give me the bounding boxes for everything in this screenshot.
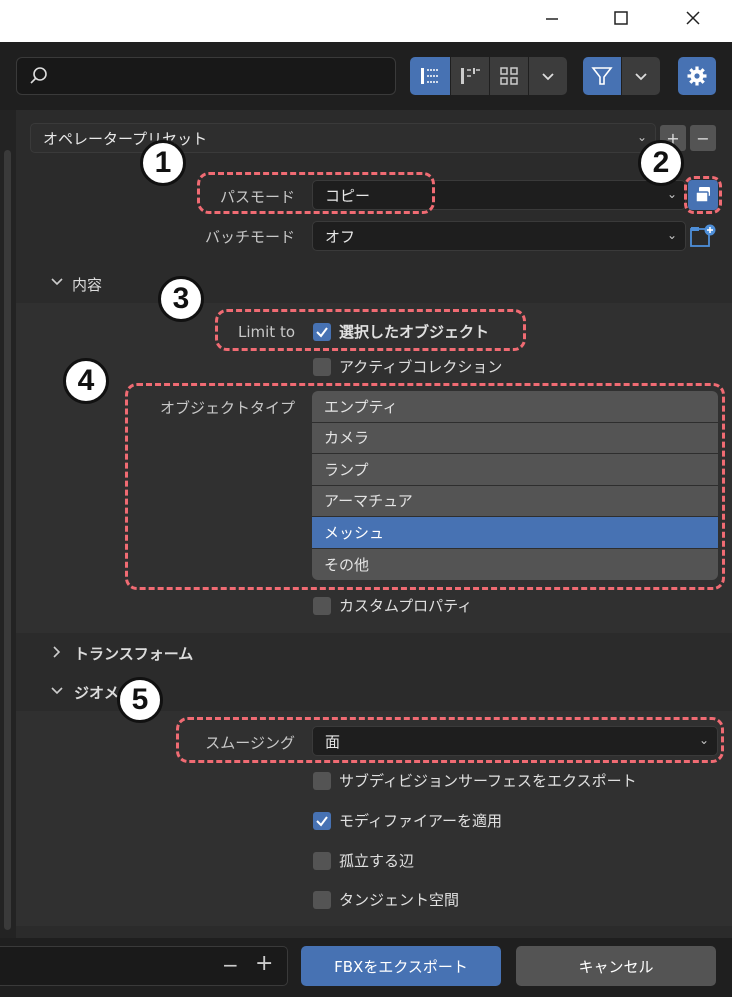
horizontal-list-view-button[interactable] [451,57,489,95]
section-transform-title: トランスフォーム [74,644,194,663]
search-icon [30,67,47,84]
apply-modifiers-checkbox[interactable]: モディファイアーを適用 [313,810,502,831]
search-input[interactable] [16,57,396,95]
active-collection-label: アクティブコレクション [339,358,503,376]
tangent-space-checkbox[interactable]: タンジェント空間 [313,889,459,910]
thumbnail-view-button[interactable] [490,57,528,95]
checkbox-empty-icon [313,890,331,909]
section-contents-header[interactable]: 内容 [16,266,732,302]
export-subdivision-checkbox[interactable]: サブディビジョンサーフェスをエクスポート [313,770,637,791]
annotation-number-4: 4 [63,358,109,404]
annotation-box-object-type [125,383,725,590]
tangent-space-label: タンジェント空間 [339,891,460,909]
horizontal-list-icon [461,68,480,84]
annotation-box-path-mode [197,172,435,214]
chevron-right-icon [50,645,64,663]
section-contents-title: 内容 [72,275,103,294]
increment-icon[interactable]: + [255,951,273,976]
new-folder-icon [690,224,716,247]
minus-icon: − [696,128,710,148]
checkbox-empty-icon [313,596,331,615]
maximize-icon[interactable] [596,0,646,36]
vertical-list-view-button[interactable] [410,57,450,95]
chevron-down-icon: ⌄ [636,130,647,144]
export-fbx-button[interactable]: FBXをエクスポート [301,946,501,986]
cancel-button[interactable]: キャンセル [516,946,716,986]
sidebar-scrollbar[interactable] [0,110,16,950]
chevron-down-icon [50,684,64,702]
annotation-box-smoothing [176,717,724,763]
settings-button[interactable] [678,57,716,95]
loose-edges-label: 孤立する辺 [339,852,415,870]
annotation-number-5: 5 [117,677,163,723]
filename-input[interactable] [0,946,288,986]
section-transform-header[interactable]: トランスフォーム [16,635,732,671]
annotation-number-3: 3 [158,276,204,322]
batch-mode-value: オフ [325,227,356,246]
gear-icon [687,66,707,86]
checkbox-empty-icon [313,357,331,376]
chevron-down-icon: ⌄ [666,187,677,201]
view-dropdown-button[interactable] [529,57,567,95]
custom-properties-checkbox[interactable]: カスタムプロパティ [313,595,472,616]
filter-icon [591,67,613,85]
custom-properties-label: カスタムプロパティ [339,597,473,615]
chevron-down-icon [635,73,647,81]
filter-dropdown-button[interactable] [622,57,660,95]
remove-preset-button[interactable]: − [690,125,716,151]
active-collection-checkbox[interactable]: アクティブコレクション [313,356,502,377]
chevron-down-icon: ⌄ [666,228,677,242]
chevron-down-icon [50,275,64,293]
checkmark-icon [313,811,331,830]
minimize-icon[interactable] [527,0,577,36]
operator-preset-dropdown[interactable]: オペレータープリセット ⌄ [30,123,656,153]
loose-edges-checkbox[interactable]: 孤立する辺 [313,850,414,871]
vertical-list-icon [421,68,439,84]
checkbox-empty-icon [313,771,331,790]
apply-modifiers-label: モディファイアーを適用 [339,812,503,830]
batch-mode-dropdown[interactable]: オフ ⌄ [312,221,686,251]
chevron-down-icon [542,73,554,81]
annotation-number-2: 2 [638,140,684,186]
checkbox-empty-icon [313,851,331,870]
annotation-box-embed [684,176,722,214]
grid-icon [500,67,518,85]
export-subdivision-label: サブディビジョンサーフェスをエクスポート [339,772,637,790]
batch-mode-label: バッチモード [204,228,295,246]
batch-own-dir-toggle[interactable] [688,221,718,251]
decrement-icon[interactable]: − [222,953,239,977]
annotation-number-1: 1 [140,140,186,186]
filter-toggle-button[interactable] [583,57,621,95]
close-icon[interactable] [668,0,718,36]
operator-preset-label: オペレータープリセット [43,129,208,148]
annotation-box-limit-to [215,309,526,351]
